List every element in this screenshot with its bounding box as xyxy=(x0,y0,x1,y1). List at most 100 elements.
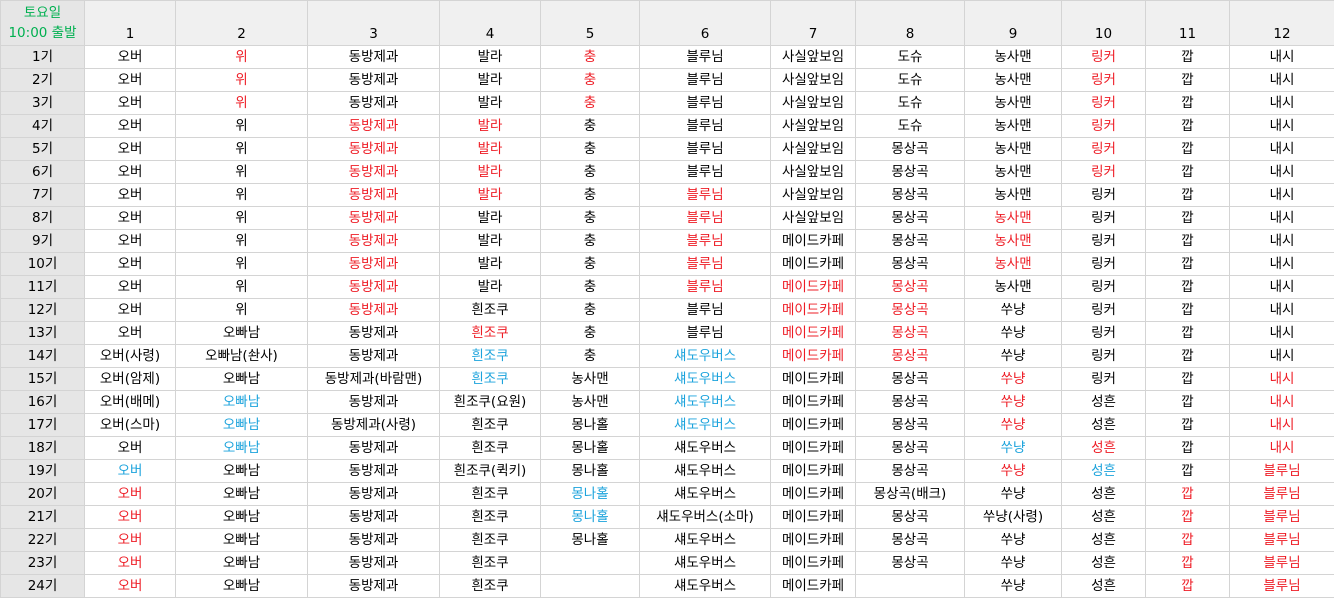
table-cell[interactable]: 충 xyxy=(540,344,640,368)
table-cell[interactable]: 오버 xyxy=(84,275,176,299)
table-cell[interactable]: 몽상곡 xyxy=(855,528,965,552)
row-header[interactable]: 7기 xyxy=(0,183,85,207)
column-header-10[interactable]: 10 xyxy=(1061,0,1146,46)
table-cell[interactable]: 도슈 xyxy=(855,45,965,69)
table-cell[interactable]: 오버 xyxy=(84,574,176,598)
table-cell[interactable]: 동방제과 xyxy=(307,45,440,69)
table-cell[interactable]: 위 xyxy=(175,68,308,92)
table-cell[interactable]: 쑤냥 xyxy=(964,367,1062,391)
row-header[interactable]: 4기 xyxy=(0,114,85,138)
table-cell[interactable]: 메이드카페 xyxy=(770,367,856,391)
table-cell[interactable]: 쑤냥 xyxy=(964,436,1062,460)
table-cell[interactable]: 몽상곡 xyxy=(855,137,965,161)
table-cell[interactable]: 흰조쿠 xyxy=(439,482,541,506)
table-cell[interactable]: 농사맨 xyxy=(964,68,1062,92)
table-cell[interactable]: 내시 xyxy=(1229,321,1334,345)
table-cell[interactable]: 링커 xyxy=(1061,91,1146,115)
table-cell[interactable]: 깝 xyxy=(1145,137,1230,161)
table-cell[interactable]: 깝 xyxy=(1145,551,1230,575)
table-cell[interactable]: 몽나홀 xyxy=(540,459,640,483)
table-cell[interactable]: 오버 xyxy=(84,45,176,69)
table-cell[interactable]: 동방제과 xyxy=(307,574,440,598)
table-cell[interactable]: 오빠남 xyxy=(175,459,308,483)
table-cell[interactable]: 내시 xyxy=(1229,114,1334,138)
table-cell[interactable]: 위 xyxy=(175,275,308,299)
table-cell[interactable]: 발라 xyxy=(439,229,541,253)
table-cell[interactable]: 메이드카페 xyxy=(770,459,856,483)
table-cell[interactable]: 몽나홀 xyxy=(540,505,640,529)
table-cell[interactable]: 깝 xyxy=(1145,275,1230,299)
table-cell[interactable]: 링커 xyxy=(1061,137,1146,161)
table-cell[interactable]: 블루님 xyxy=(639,68,771,92)
table-cell[interactable]: 농사맨 xyxy=(964,252,1062,276)
table-cell[interactable]: 블루님 xyxy=(1229,574,1334,598)
table-cell[interactable]: 충 xyxy=(540,229,640,253)
row-header[interactable]: 8기 xyxy=(0,206,85,230)
table-cell[interactable]: 오빠남 xyxy=(175,482,308,506)
table-cell[interactable]: 동방제과 xyxy=(307,114,440,138)
table-cell[interactable]: 충 xyxy=(540,298,640,322)
table-cell[interactable]: 블루님 xyxy=(1229,482,1334,506)
table-cell[interactable]: 오버 xyxy=(84,482,176,506)
table-cell[interactable]: 동방제과 xyxy=(307,390,440,414)
table-cell[interactable]: 사실앞보임 xyxy=(770,137,856,161)
table-cell[interactable]: 몽상곡 xyxy=(855,206,965,230)
table-cell[interactable]: 동방제과 xyxy=(307,482,440,506)
row-header[interactable]: 18기 xyxy=(0,436,85,460)
table-cell[interactable]: 깝 xyxy=(1145,390,1230,414)
table-cell[interactable]: 충 xyxy=(540,321,640,345)
row-header[interactable]: 10기 xyxy=(0,252,85,276)
table-cell[interactable]: 몽상곡 xyxy=(855,298,965,322)
table-cell[interactable]: 쑤냥 xyxy=(964,528,1062,552)
table-cell[interactable]: 위 xyxy=(175,137,308,161)
table-cell[interactable]: 링커 xyxy=(1061,114,1146,138)
table-cell[interactable]: 깝 xyxy=(1145,459,1230,483)
table-cell[interactable]: 동방제과 xyxy=(307,298,440,322)
table-cell[interactable]: 섀도우버스 xyxy=(639,344,771,368)
row-header[interactable]: 23기 xyxy=(0,551,85,575)
table-cell[interactable]: 흰조쿠 xyxy=(439,528,541,552)
table-cell[interactable]: 깝 xyxy=(1145,413,1230,437)
table-cell[interactable]: 깝 xyxy=(1145,367,1230,391)
table-cell[interactable]: 메이드카페 xyxy=(770,551,856,575)
table-cell[interactable]: 발라 xyxy=(439,160,541,184)
table-cell[interactable]: 메이드카페 xyxy=(770,275,856,299)
table-cell[interactable]: 흰조쿠 xyxy=(439,413,541,437)
table-cell[interactable]: 몽상곡 xyxy=(855,344,965,368)
table-cell[interactable]: 위 xyxy=(175,160,308,184)
table-cell[interactable]: 링커 xyxy=(1061,160,1146,184)
table-cell[interactable]: 링커 xyxy=(1061,229,1146,253)
table-cell[interactable]: 몽상곡 xyxy=(855,390,965,414)
row-header[interactable]: 13기 xyxy=(0,321,85,345)
table-cell[interactable]: 농사맨 xyxy=(964,206,1062,230)
table-cell[interactable]: 섀도우버스 xyxy=(639,551,771,575)
table-cell[interactable]: 동방제과 xyxy=(307,252,440,276)
table-cell[interactable]: 섀도우버스 xyxy=(639,574,771,598)
table-cell[interactable]: 흰조쿠(퀵키) xyxy=(439,459,541,483)
table-cell[interactable]: 내시 xyxy=(1229,91,1334,115)
table-cell[interactable]: 몽상곡 xyxy=(855,160,965,184)
table-cell[interactable]: 흰조쿠 xyxy=(439,551,541,575)
table-cell[interactable]: 내시 xyxy=(1229,229,1334,253)
table-cell[interactable]: 성흔 xyxy=(1061,482,1146,506)
column-header-1[interactable]: 1 xyxy=(84,0,176,46)
table-cell[interactable]: 쑤냥 xyxy=(964,551,1062,575)
table-cell[interactable]: 쑤냥 xyxy=(964,321,1062,345)
table-cell[interactable]: 충 xyxy=(540,68,640,92)
table-cell[interactable]: 깝 xyxy=(1145,229,1230,253)
row-header[interactable]: 11기 xyxy=(0,275,85,299)
table-cell[interactable]: 몽상곡 xyxy=(855,551,965,575)
table-cell[interactable]: 몽나홀 xyxy=(540,413,640,437)
table-cell[interactable]: 오버 xyxy=(84,528,176,552)
table-cell[interactable]: 위 xyxy=(175,229,308,253)
table-cell[interactable]: 흰조쿠 xyxy=(439,298,541,322)
table-cell[interactable]: 메이드카페 xyxy=(770,321,856,345)
table-cell[interactable]: 오빠남 xyxy=(175,528,308,552)
table-cell[interactable]: 흰조쿠 xyxy=(439,321,541,345)
table-cell[interactable]: 오버(사령) xyxy=(84,344,176,368)
table-cell[interactable]: 성흔 xyxy=(1061,574,1146,598)
table-cell[interactable]: 동방제과 xyxy=(307,160,440,184)
table-cell[interactable]: 내시 xyxy=(1229,298,1334,322)
row-header[interactable]: 9기 xyxy=(0,229,85,253)
row-header[interactable]: 5기 xyxy=(0,137,85,161)
